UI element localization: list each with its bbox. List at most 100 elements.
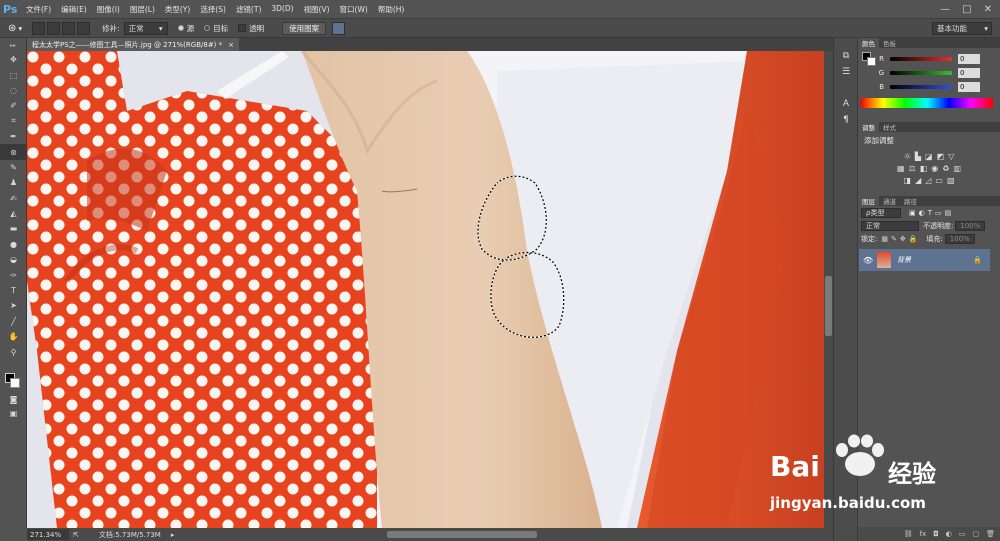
quick-select-tool-icon[interactable]: ✐ (0, 98, 27, 113)
tool-preset-arrow-icon[interactable]: ▾ (18, 24, 22, 33)
menu-item-1[interactable]: 编辑(E) (56, 4, 92, 15)
green-value[interactable]: 0 (958, 68, 980, 78)
history-icon[interactable]: ⧉ (834, 48, 858, 64)
menu-item-3[interactable]: 图层(L) (125, 4, 160, 15)
paragraph-icon[interactable]: ¶ (834, 112, 858, 128)
threshold-icon[interactable]: ◿ (925, 176, 931, 185)
close-tab-icon[interactable]: × (228, 41, 234, 49)
menu-item-2[interactable]: 图像(I) (92, 4, 125, 15)
blur-tool-icon[interactable]: ● (0, 237, 27, 252)
menu-item-9[interactable]: 窗口(W) (335, 4, 373, 15)
channel-mixer-icon[interactable]: ♻ (942, 164, 949, 173)
link-icon[interactable]: ⛓ (904, 530, 913, 538)
subtract-selection-icon[interactable] (62, 21, 76, 35)
zoom-tool-icon[interactable]: ⚲ (0, 344, 27, 359)
menu-item-7[interactable]: 3D(D) (266, 4, 298, 15)
tab-styles[interactable]: 样式 (879, 122, 900, 132)
menu-item-8[interactable]: 视图(V) (299, 4, 335, 15)
hue-icon[interactable]: ▦ (897, 164, 905, 173)
gradient-map-icon[interactable]: ▭ (935, 176, 943, 185)
vertical-scroll-thumb[interactable] (825, 276, 832, 336)
filter-icons[interactable]: ▣◐T▭▤ (909, 209, 954, 217)
red-track[interactable] (890, 57, 952, 61)
intersect-selection-icon[interactable] (77, 21, 91, 35)
export-icon[interactable]: ⇱ (73, 531, 79, 539)
adjustment-layer-icon[interactable]: ◐ (946, 530, 952, 538)
menu-item-5[interactable]: 选择(S) (195, 4, 231, 15)
menu-item-0[interactable]: 文件(F) (21, 4, 56, 15)
vibrance-icon[interactable]: ▽ (948, 152, 954, 161)
use-pattern-button[interactable]: 使用图案 (282, 21, 327, 35)
mask-icon[interactable]: ◘ (933, 530, 939, 538)
opacity-field[interactable]: 100% (955, 220, 986, 231)
tab-color[interactable]: 颜色 (858, 38, 879, 48)
brush-tool-icon[interactable]: ✎ (0, 160, 27, 175)
bw-icon[interactable]: ◧ (920, 164, 928, 173)
tab-adjustments[interactable]: 调整 (858, 122, 879, 132)
layer-background[interactable]: 👁 背景 🔒 (859, 249, 990, 271)
horizontal-scroll-thumb[interactable] (387, 531, 537, 538)
type-tool-icon[interactable]: T (0, 283, 27, 298)
minimize-button[interactable]: — (940, 4, 950, 15)
menu-item-6[interactable]: 滤镜(T) (231, 4, 266, 15)
tab-swatches[interactable]: 色板 (879, 38, 900, 48)
patch-mode-select[interactable]: 正常 ▾ (123, 21, 168, 35)
menu-item-10[interactable]: 帮助(H) (373, 4, 410, 15)
blue-slider[interactable]: B0 (866, 80, 980, 94)
hand-tool-icon[interactable]: ✋ (0, 329, 27, 344)
add-selection-icon[interactable] (47, 21, 61, 35)
patch-tool-icon[interactable]: ⊛ (0, 144, 27, 160)
document-canvas[interactable] (27, 51, 824, 528)
levels-icon[interactable]: ▙ (915, 152, 921, 161)
status-menu-arrow-icon[interactable]: ▸ (171, 531, 175, 539)
maximize-button[interactable]: □ (962, 4, 971, 15)
screen-mode-icon[interactable]: ▣ (0, 406, 27, 421)
destination-radio[interactable] (204, 25, 211, 31)
crop-tool-icon[interactable]: ⌗ (0, 114, 27, 129)
dodge-tool-icon[interactable]: ◒ (0, 252, 27, 267)
path-select-tool-icon[interactable]: ➤ (0, 298, 27, 313)
pen-tool-icon[interactable]: ✑ (0, 267, 27, 282)
red-value[interactable]: 0 (958, 54, 980, 64)
properties-icon[interactable]: ☰ (834, 64, 858, 80)
color-spectrum[interactable] (861, 98, 993, 108)
exposure-icon[interactable]: ◩ (937, 152, 945, 161)
eraser-tool-icon[interactable]: ◭ (0, 206, 27, 221)
stamp-tool-icon[interactable]: ♟ (0, 175, 27, 190)
lookup-icon[interactable]: ▥ (953, 164, 961, 173)
fx-icon[interactable]: fx (920, 530, 927, 538)
lasso-tool-icon[interactable]: ◌ (0, 83, 27, 98)
blend-mode-select[interactable]: 正常 (861, 220, 919, 231)
invert-icon[interactable]: ◨ (904, 176, 912, 185)
patch-tool-icon[interactable]: ⊛ (8, 23, 16, 34)
shape-tool-icon[interactable]: ╱ (0, 314, 27, 329)
green-track[interactable] (890, 71, 952, 75)
transparent-checkbox[interactable] (238, 24, 247, 32)
move-tool-icon[interactable]: ✥ (0, 52, 27, 67)
blue-value[interactable]: 0 (958, 82, 980, 92)
curves-icon[interactable]: ◪ (925, 152, 933, 161)
color-balance-icon[interactable]: ⚖ (909, 164, 916, 173)
menu-item-4[interactable]: 类型(Y) (160, 4, 195, 15)
brightness-icon[interactable]: ☼ (904, 152, 911, 161)
photo-filter-icon[interactable]: ◉ (931, 164, 938, 173)
trash-icon[interactable]: 🗑 (986, 530, 995, 538)
green-slider[interactable]: G0 (866, 66, 980, 80)
lock-icons[interactable]: ▦✎✥🔒 (881, 235, 920, 243)
new-layer-icon[interactable]: ▢ (972, 530, 979, 538)
close-button[interactable]: ✕ (984, 4, 992, 15)
zoom-field[interactable]: 271.34% (27, 529, 69, 540)
gradient-tool-icon[interactable]: ▬ (0, 221, 27, 236)
tab-layers[interactable]: 图层 (858, 196, 879, 206)
blue-track[interactable] (890, 85, 952, 89)
source-radio[interactable] (177, 25, 184, 31)
workspace-select[interactable]: 基本功能 ▾ (932, 22, 992, 35)
posterize-icon[interactable]: ◢ (915, 176, 921, 185)
selective-color-icon[interactable]: ▧ (947, 176, 955, 185)
tab-paths[interactable]: 路径 (900, 196, 921, 206)
eye-icon[interactable]: 👁 (863, 256, 873, 265)
tab-channels[interactable]: 通道 (879, 196, 900, 206)
character-icon[interactable]: A (834, 96, 858, 112)
red-slider[interactable]: R0 (866, 52, 980, 66)
layer-filter-select[interactable]: ρ类型 (861, 207, 901, 218)
